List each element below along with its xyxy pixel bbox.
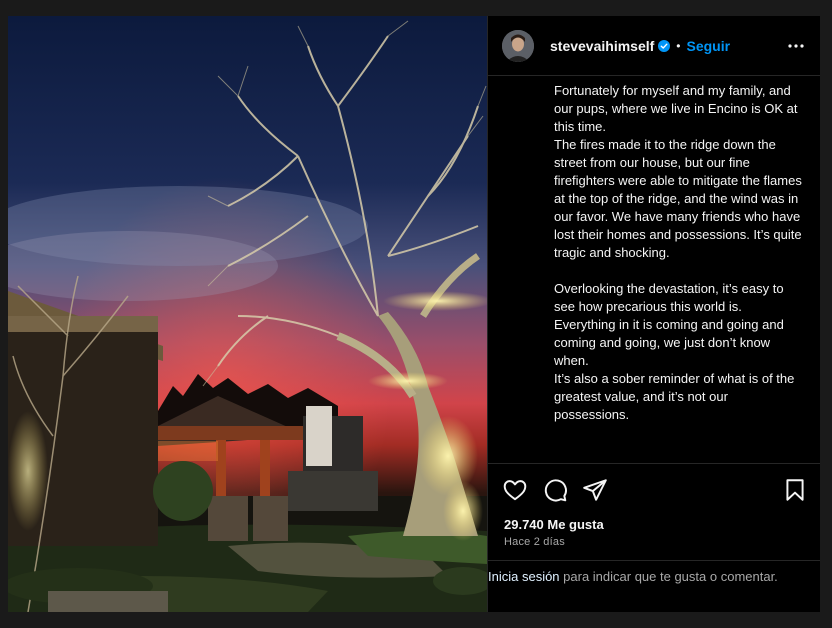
verified-badge-icon	[658, 39, 671, 52]
username-link[interactable]: stevevaihimself	[550, 38, 654, 54]
post-caption: Fortunately for myself and my family, an…	[488, 76, 820, 464]
avatar-image	[502, 29, 534, 62]
comment-icon[interactable]	[542, 477, 568, 503]
post-sidebar: stevevaihimself • Seguir Fortunately for…	[487, 16, 820, 612]
more-options-icon[interactable]	[786, 36, 806, 56]
post-image	[8, 16, 487, 612]
post-timestamp[interactable]: Hace 2 días	[488, 534, 820, 560]
avatar[interactable]	[502, 29, 534, 62]
action-bar	[488, 464, 820, 516]
night-fire-scene-image	[8, 16, 487, 612]
login-prompt: Inicia sesión para indicar que te gusta …	[488, 560, 820, 612]
send-icon[interactable]	[582, 477, 608, 503]
login-link[interactable]: Inicia sesión	[488, 569, 560, 584]
likes-count[interactable]: 29.740 Me gusta	[488, 516, 820, 534]
post-header: stevevaihimself • Seguir	[488, 16, 820, 76]
login-prompt-text: para indicar que te gusta o comentar.	[559, 569, 778, 584]
post-modal: stevevaihimself • Seguir Fortunately for…	[8, 16, 820, 612]
bookmark-icon[interactable]	[782, 477, 808, 503]
follow-button[interactable]: Seguir	[687, 38, 731, 54]
heart-icon[interactable]	[502, 477, 528, 503]
separator-dot: •	[676, 38, 681, 53]
